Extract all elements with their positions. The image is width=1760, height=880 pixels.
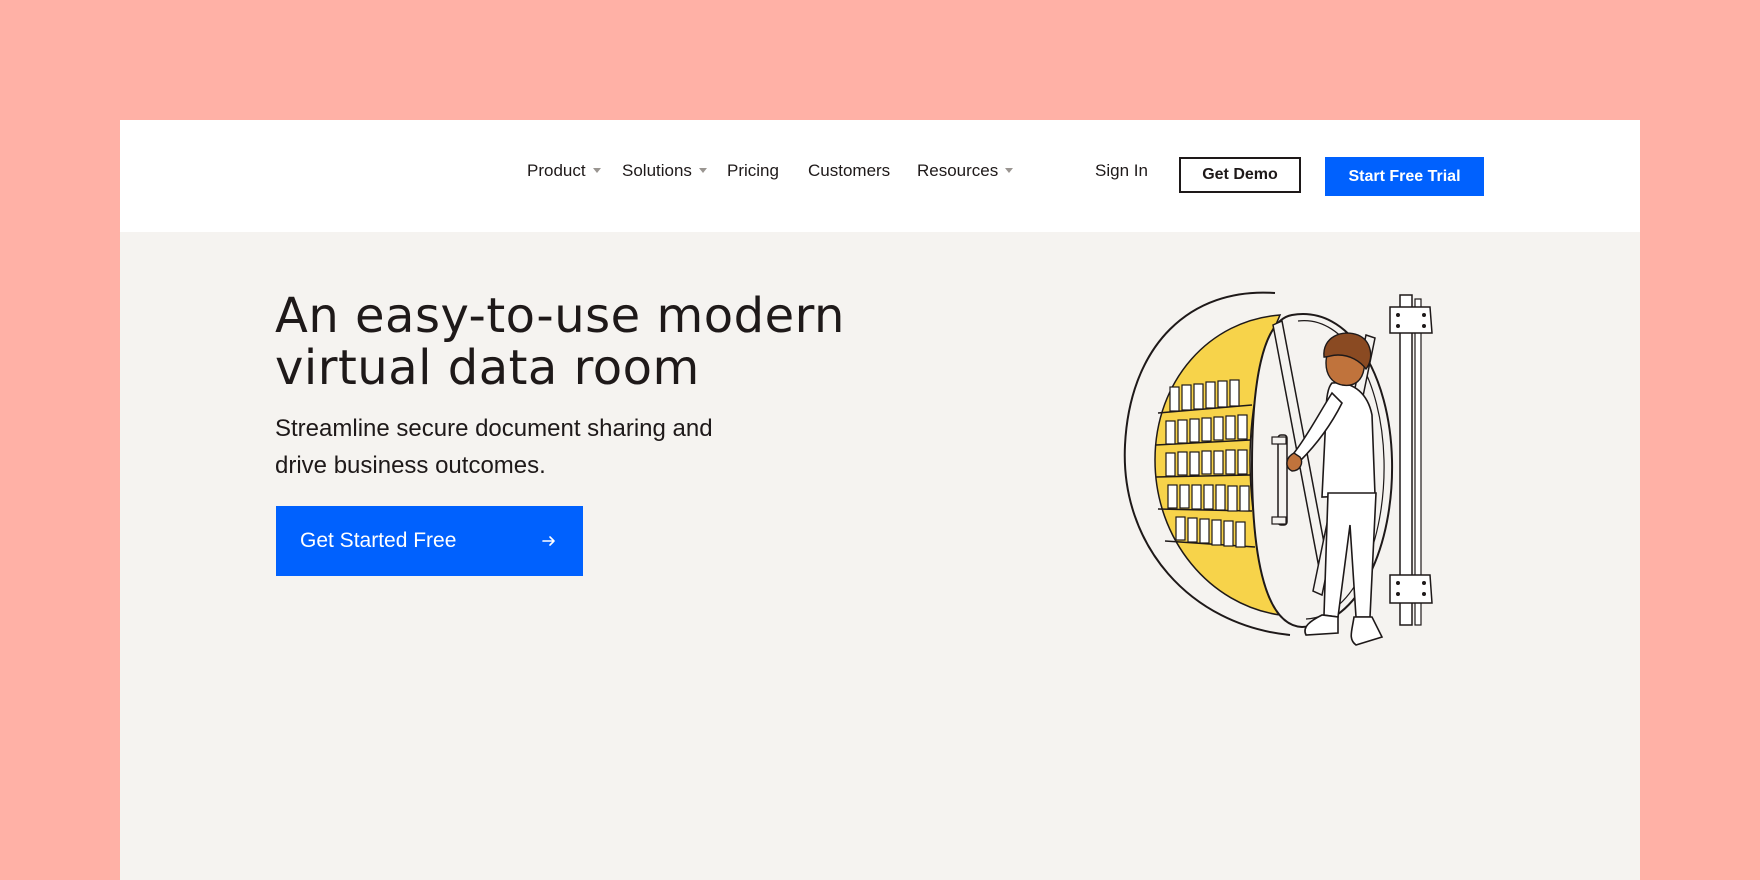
sign-in-link[interactable]: Sign In bbox=[1095, 156, 1148, 186]
chevron-down-icon bbox=[1005, 168, 1014, 174]
top-navigation: Product Solutions Pricing Customers Reso… bbox=[120, 120, 1640, 232]
hero-title-line: virtual data room bbox=[275, 340, 700, 396]
get-started-free-label: Get Started Free bbox=[300, 529, 457, 552]
nav-item-label: Solutions bbox=[622, 161, 692, 180]
hero-subtitle-line: Streamline secure document sharing and bbox=[275, 415, 713, 442]
get-started-free-button[interactable]: Get Started Free bbox=[276, 506, 583, 576]
chevron-down-icon bbox=[592, 168, 601, 174]
hero-subtitle-line: drive business outcomes. bbox=[275, 452, 546, 479]
hero-title: An easy-to-use modern virtual data room bbox=[275, 290, 1035, 394]
nav-item-product[interactable]: Product bbox=[527, 156, 601, 186]
vault-door-person-illustration bbox=[1123, 291, 1433, 646]
nav-item-resources[interactable]: Resources bbox=[917, 156, 1014, 186]
browser-page: Product Solutions Pricing Customers Reso… bbox=[120, 120, 1640, 880]
nav-item-label: Product bbox=[527, 161, 586, 180]
chevron-down-icon bbox=[698, 168, 707, 174]
start-free-trial-button[interactable]: Start Free Trial bbox=[1325, 157, 1484, 196]
nav-item-label: Customers bbox=[808, 161, 891, 180]
nav-item-solutions[interactable]: Solutions bbox=[622, 156, 707, 186]
hero-subtitle: Streamline secure document sharing and d… bbox=[275, 410, 795, 484]
hero-title-line: An easy-to-use modern bbox=[275, 288, 845, 344]
nav-item-pricing[interactable]: Pricing bbox=[727, 156, 779, 186]
nav-item-label: Pricing bbox=[727, 161, 779, 180]
arrow-right-icon bbox=[542, 536, 555, 546]
nav-item-label: Resources bbox=[917, 161, 999, 180]
get-demo-button[interactable]: Get Demo bbox=[1179, 157, 1301, 193]
nav-item-customers[interactable]: Customers bbox=[808, 156, 890, 186]
